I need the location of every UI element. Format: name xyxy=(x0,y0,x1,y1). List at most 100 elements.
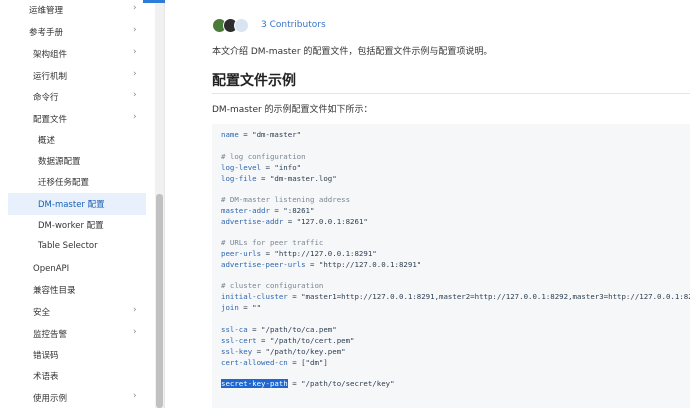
chevron-right-icon: › xyxy=(133,3,137,13)
code-line: secret-key-path = "/path/to/secret/key" xyxy=(221,379,395,389)
code-line: advertise-addr = "127.0.0.1:8261" xyxy=(221,217,368,227)
section-heading: 配置文件示例 xyxy=(212,73,296,89)
sidebar-item-label: DM-worker 配置 xyxy=(38,221,104,231)
sidebar-item-label: 参考手册 xyxy=(29,28,64,38)
code-line: # log configuration xyxy=(221,152,306,162)
code-line: log-file = "dm-master.log" xyxy=(221,174,337,184)
sidebar-item-label: 概述 xyxy=(38,136,56,146)
sidebar-item-label: 术语表 xyxy=(33,372,59,382)
code-value: = "http://127.0.0.1:8291" xyxy=(261,249,377,258)
code-comment: # DM-master listening address xyxy=(221,195,351,204)
code-key: advertise-addr xyxy=(221,217,284,226)
code-key: join xyxy=(221,303,239,312)
code-value: = "/path/to/ca.pem" xyxy=(247,325,337,334)
sidebar-nav: 运维管理 › 参考手册 › 架构组件 › 运行机制 › 命令行 › 配置文件 › 概述 数据源配置 迁移任务… xyxy=(0,0,165,408)
code-value: = "/path/to/cert.pem" xyxy=(256,336,355,345)
code-key: advertise-peer-urls xyxy=(221,260,306,269)
sidebar-item-label: 迁移任务配置 xyxy=(38,178,90,188)
code-comment: # log configuration xyxy=(221,152,306,161)
sidebar-item[interactable]: 安全 › xyxy=(0,301,155,323)
intro-text: 本文介绍 DM-master 的配置文件，包括配置文件示例与配置项说明。 xyxy=(212,47,493,57)
code-line: advertise-peer-urls = "http://127.0.0.1:… xyxy=(221,260,421,270)
chevron-right-icon: › xyxy=(133,305,137,315)
code-value: = "dm-master.log" xyxy=(256,174,337,183)
sidebar-item-label: OpenAPI xyxy=(33,264,70,274)
sidebar-item[interactable]: 使用示例 › xyxy=(0,387,155,408)
sidebar-item[interactable]: 配置文件 › xyxy=(0,108,155,130)
code-line: # DM-master listening address xyxy=(221,195,350,205)
code-line: ssl-ca = "/path/to/ca.pem" xyxy=(221,325,337,335)
main-content: 3 Contributors 本文介绍 DM-master 的配置文件，包括配置… xyxy=(166,0,690,408)
sidebar-item-label: 错误码 xyxy=(33,351,59,361)
code-line: initial-cluster = "master1=http://127.0.… xyxy=(221,292,690,302)
code-value: = "/path/to/secret/key" xyxy=(287,379,395,388)
sidebar-item-label: Table Selector xyxy=(38,241,98,251)
contributors-bar[interactable]: 3 Contributors xyxy=(212,16,326,34)
code-key: initial-cluster xyxy=(221,292,288,301)
heading-divider xyxy=(212,93,690,94)
avatar[interactable] xyxy=(234,17,249,33)
sidebar-item[interactable]: 运维管理 › xyxy=(0,0,155,21)
header-accent-bar xyxy=(143,0,165,3)
code-line: log-level = "info" xyxy=(221,163,301,173)
sidebar-item-label: 使用示例 xyxy=(33,394,68,404)
sidebar-item[interactable]: 运行机制 › xyxy=(0,65,155,87)
chevron-right-icon: › xyxy=(133,391,137,401)
chevron-right-icon: › xyxy=(133,25,137,35)
code-key: name xyxy=(221,130,239,139)
contributors-link[interactable]: 3 Contributors xyxy=(261,20,326,30)
sidebar-item[interactable]: 数据源配置 xyxy=(0,150,155,172)
code-line: # cluster configuration xyxy=(221,281,323,291)
code-key: log-level xyxy=(221,163,262,172)
chevron-right-icon: › xyxy=(133,69,137,79)
sidebar-scrollbar-thumb[interactable] xyxy=(156,194,163,408)
code-key-selected: secret-key-path xyxy=(221,379,288,388)
code-key: master-addr xyxy=(221,206,270,215)
sidebar-item-label: 监控告警 xyxy=(33,330,68,340)
example-description: DM-master 的示例配置文件如下所示： xyxy=(212,105,373,115)
code-value: = "/path/to/key.pem" xyxy=(252,347,346,356)
sidebar-item-label: DM-master 配置 xyxy=(38,200,105,210)
sidebar-item[interactable]: 概述 xyxy=(0,129,155,151)
code-block[interactable]: name = "dm-master" # log configuration log… xyxy=(212,124,690,408)
sidebar-item-label: 兼容性目录 xyxy=(33,286,76,296)
code-value: = "master1=http://127.0.0.1:8291,master2… xyxy=(287,292,690,301)
code-line: master-addr = ":8261" xyxy=(221,206,314,216)
code-comment: # cluster configuration xyxy=(221,281,324,290)
code-line: cert-allowed-cn = ["dm"] xyxy=(221,358,328,368)
code-line: peer-urls = "http://127.0.0.1:8291" xyxy=(221,249,377,259)
code-comment: # URLs for peer traffic xyxy=(221,238,324,247)
sidebar-item-label: 运维管理 xyxy=(29,6,64,16)
chevron-right-icon: › xyxy=(133,47,137,57)
sidebar-item[interactable]: 兼容性目录 xyxy=(0,279,155,301)
sidebar-item[interactable]: 命令行 › xyxy=(0,86,155,108)
code-value: = ["dm"] xyxy=(287,358,328,367)
code-value: = "127.0.0.1:8261" xyxy=(283,217,368,226)
sidebar-item-label: 配置文件 xyxy=(33,115,68,125)
sidebar-item[interactable]: DM-master 配置 xyxy=(8,193,146,215)
sidebar-item-label: 命令行 xyxy=(33,93,59,103)
code-value: = "" xyxy=(238,303,262,312)
code-key: peer-urls xyxy=(221,249,262,258)
code-value: = "dm-master" xyxy=(238,130,302,139)
sidebar-item[interactable]: 监控告警 › xyxy=(0,323,155,345)
sidebar-item[interactable]: DM-worker 配置 xyxy=(0,214,155,236)
sidebar-item-label: 数据源配置 xyxy=(38,157,81,167)
code-value: = ":8261" xyxy=(269,206,315,215)
code-value: = "http://127.0.0.1:8291" xyxy=(305,260,422,269)
code-key: log-file xyxy=(221,174,257,183)
code-key: ssl-ca xyxy=(221,325,248,334)
code-line: # URLs for peer traffic xyxy=(221,238,323,248)
sidebar-item[interactable]: 参考手册 › xyxy=(0,21,155,43)
sidebar-item[interactable]: 错误码 xyxy=(0,344,155,366)
code-key: ssl-cert xyxy=(221,336,257,345)
sidebar-item[interactable]: 术语表 xyxy=(0,365,155,387)
sidebar-item[interactable]: 迁移任务配置 xyxy=(0,171,155,193)
sidebar-item[interactable]: 架构组件 › xyxy=(0,43,155,65)
chevron-right-icon: › xyxy=(133,112,137,122)
sidebar-item-label: 运行机制 xyxy=(33,72,68,82)
code-line: ssl-key = "/path/to/key.pem" xyxy=(221,347,346,357)
sidebar-item[interactable]: OpenAPI xyxy=(0,258,155,280)
sidebar-item[interactable]: Table Selector xyxy=(0,235,155,257)
chevron-right-icon: › xyxy=(133,90,137,100)
